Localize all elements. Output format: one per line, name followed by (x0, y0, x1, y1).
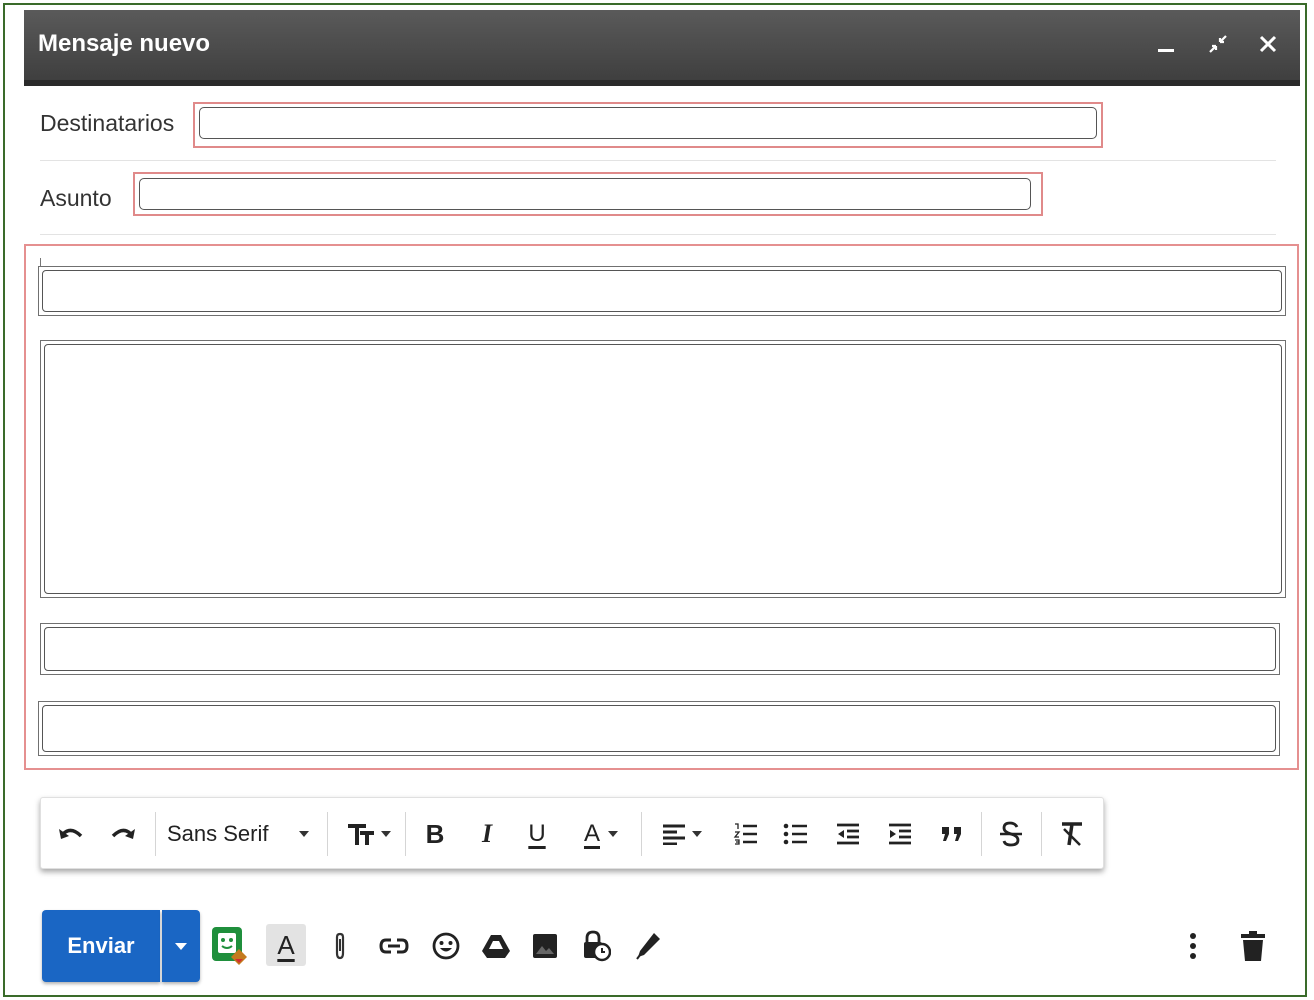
recipients-input[interactable] (199, 107, 1097, 139)
body-box-4[interactable] (38, 701, 1280, 756)
insert-link-icon[interactable] (376, 926, 412, 966)
recipients-divider (40, 160, 1276, 161)
strikethrough-icon[interactable] (993, 812, 1029, 856)
subject-divider (40, 234, 1276, 235)
discard-draft-icon[interactable] (1236, 926, 1270, 966)
send-button[interactable]: Enviar (42, 910, 160, 982)
drive-icon[interactable] (478, 926, 514, 966)
text-color-button[interactable]: A (571, 812, 631, 856)
text-color-icon: A (583, 820, 600, 847)
exit-fullscreen-icon[interactable] (1202, 28, 1234, 60)
confidential-mode-icon[interactable] (578, 926, 614, 966)
bold-button[interactable]: B (417, 812, 453, 856)
redo-icon[interactable] (105, 812, 141, 856)
more-options-icon[interactable] (1180, 926, 1206, 966)
signature-icon[interactable] (630, 926, 666, 966)
formatting-toolbar: Sans Serif B I U A (40, 797, 1104, 869)
close-icon[interactable] (1252, 28, 1284, 60)
italic-button[interactable]: I (469, 812, 505, 856)
undo-icon[interactable] (53, 812, 89, 856)
underline-button[interactable]: U (519, 812, 555, 856)
font-family-select[interactable]: Sans Serif (167, 812, 323, 856)
emoji-icon[interactable] (428, 926, 464, 966)
text-format-icon: A (277, 929, 295, 960)
body-box-1[interactable] (38, 266, 1286, 316)
subject-label: Asunto (40, 185, 112, 211)
formatting-options-button[interactable]: A (266, 924, 306, 966)
quote-icon[interactable] (935, 812, 969, 856)
font-size-icon[interactable] (339, 812, 397, 856)
text-cursor (40, 258, 41, 266)
compose-title-bar: Mensaje nuevo (24, 10, 1300, 86)
bulleted-list-icon[interactable] (779, 812, 813, 856)
remove-formatting-icon[interactable] (1055, 812, 1091, 856)
plugin-icon[interactable] (208, 926, 248, 966)
numbered-list-icon[interactable] (729, 812, 763, 856)
align-icon[interactable] (653, 812, 709, 856)
indent-less-icon[interactable] (831, 812, 865, 856)
chevron-down-icon (298, 831, 309, 837)
minimize-icon[interactable] (1150, 28, 1182, 60)
recipients-label: Destinatarios (40, 110, 175, 136)
indent-more-icon[interactable] (883, 812, 917, 856)
insert-photo-icon[interactable] (528, 926, 562, 966)
body-box-3[interactable] (40, 623, 1280, 675)
font-family-value: Sans Serif (167, 821, 269, 846)
message-body-editor[interactable] (40, 340, 1286, 598)
chevron-down-icon (175, 942, 187, 950)
window-title: Mensaje nuevo (38, 30, 211, 57)
subject-input[interactable] (139, 178, 1031, 210)
attach-file-icon[interactable] (328, 926, 352, 966)
send-options-button[interactable] (162, 910, 200, 982)
